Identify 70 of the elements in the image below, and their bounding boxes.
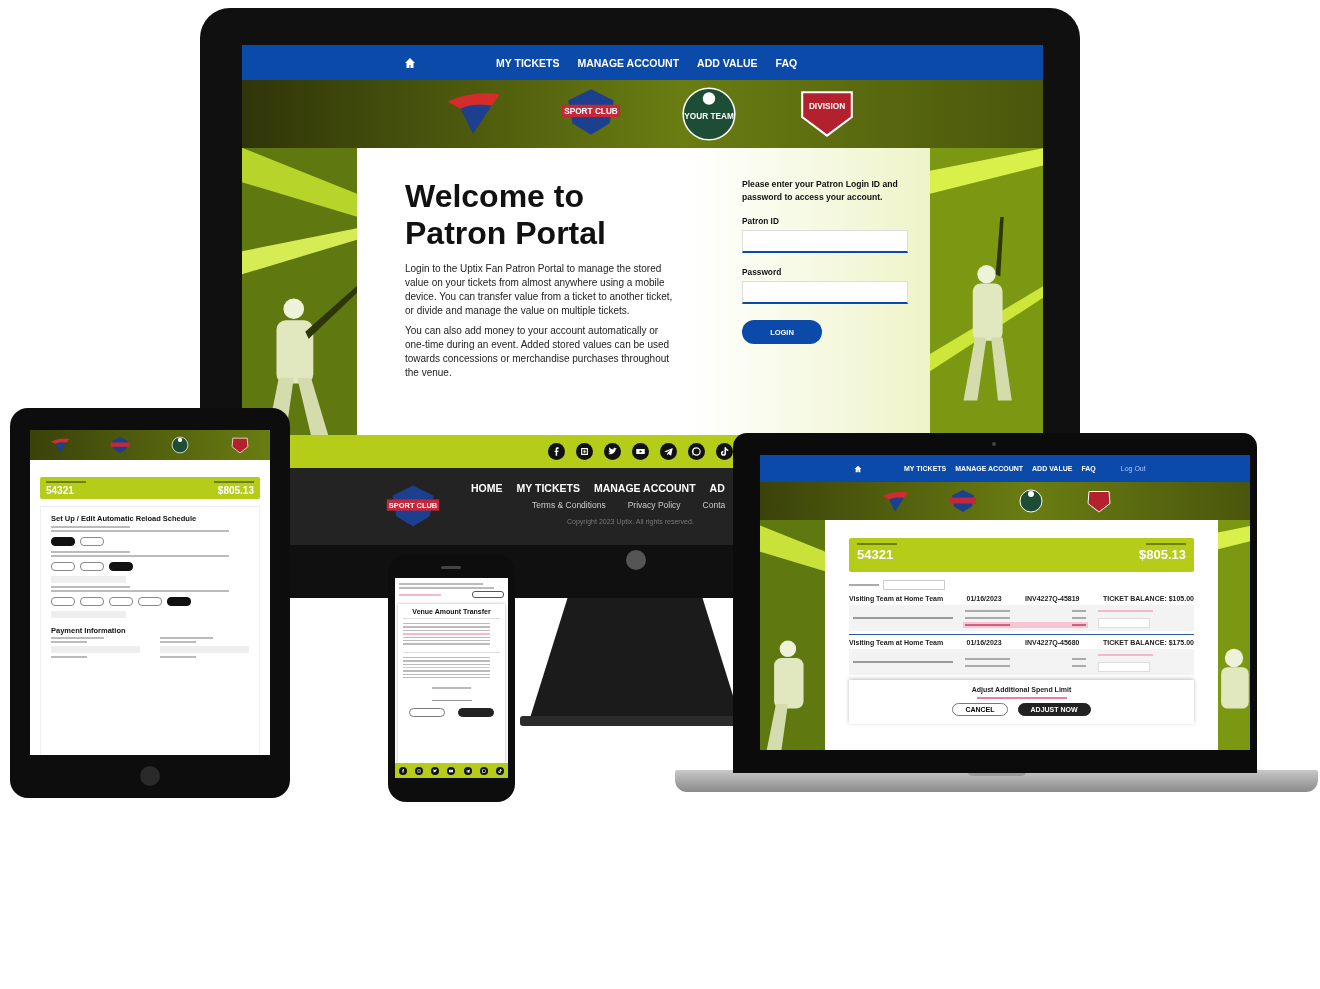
social-icon[interactable] [604, 443, 621, 460]
text-line [51, 656, 87, 658]
text-line [1098, 610, 1154, 612]
footer-link[interactable]: Conta [702, 500, 726, 510]
text-line [51, 637, 105, 639]
text-line [160, 637, 214, 639]
social-icon[interactable] [431, 766, 440, 775]
account-number: 54321 [46, 485, 75, 496]
text-line [51, 641, 87, 643]
team-logo [49, 436, 71, 454]
team-logo [229, 436, 251, 454]
text-line [1146, 543, 1186, 545]
account-number: 54321 [857, 547, 895, 562]
intro-paragraph: Login to the Uptix Fan Patron Portal to manage the stored value on your tickets from almost anywhere using a mobile device. You can transfer value from a ticket to another ticket, or divide and manage the value on multiple tickets. [405, 262, 673, 318]
social-icon[interactable] [415, 766, 424, 775]
text-line [857, 543, 897, 545]
social-icon[interactable] [688, 443, 705, 460]
footer-link[interactable]: AD [709, 482, 725, 494]
limit-field[interactable] [1098, 618, 1151, 628]
footer-link[interactable]: Terms & Conditions [532, 500, 606, 510]
transfer-button[interactable] [472, 591, 504, 598]
team-logo [169, 436, 191, 454]
social-icon[interactable] [548, 443, 565, 460]
page-title: Welcome to Patron Portal [405, 178, 607, 252]
option-pill[interactable] [109, 562, 133, 571]
text-line [46, 481, 86, 483]
home-icon[interactable] [854, 464, 862, 473]
dialog-button[interactable] [457, 708, 494, 718]
social-icon[interactable] [479, 766, 488, 775]
text-line [399, 593, 441, 596]
nav-link[interactable]: MANAGE ACCOUNT [577, 56, 680, 69]
text-line [1098, 654, 1154, 656]
footer-link[interactable]: HOME [471, 482, 503, 494]
social-icon[interactable] [576, 443, 593, 460]
camera-dot [992, 442, 996, 446]
home-icon[interactable] [404, 56, 416, 69]
footer-link[interactable]: Privacy Policy [627, 500, 681, 510]
text-line [849, 584, 879, 586]
team-logo [948, 488, 978, 514]
field-label: Password [742, 267, 783, 277]
footer-link[interactable]: MY TICKETS [516, 482, 580, 494]
text-line [160, 641, 196, 643]
input-field[interactable] [742, 281, 908, 304]
login-instructions: Please enter your Patron Login ID and password to access your account. [742, 178, 899, 204]
team-logo [1016, 488, 1046, 514]
social-icon[interactable] [495, 766, 504, 775]
social-icon[interactable] [632, 443, 649, 460]
limit-field[interactable] [1098, 662, 1151, 672]
account-balance: $805.13 [217, 485, 254, 496]
text-line [160, 656, 196, 658]
input-field[interactable] [742, 230, 908, 253]
team-logo [1084, 488, 1114, 514]
social-icon[interactable] [447, 766, 456, 775]
account-balance: $805.13 [1139, 547, 1186, 562]
social-icon[interactable] [463, 766, 472, 775]
field-label: Patron ID [742, 216, 780, 226]
footer-link[interactable]: MANAGE ACCOUNT [593, 482, 696, 494]
social-icon[interactable] [660, 443, 677, 460]
intro-paragraph: You can also add money to your account automatically or one-time during an event. Added stored values can be used towards concessions or merchandise purchases throughout the venue. [405, 324, 671, 380]
text-line [214, 481, 254, 483]
nav-link[interactable]: MY TICKETS [496, 56, 560, 69]
text-line [432, 687, 471, 690]
social-icon[interactable] [716, 443, 733, 460]
nav-link[interactable]: FAQ [775, 56, 798, 69]
phone-speaker [441, 566, 461, 569]
option-pill[interactable] [51, 537, 75, 546]
option-pill[interactable] [167, 597, 191, 606]
nav-link[interactable]: ADD VALUE [697, 56, 758, 69]
team-logo [109, 436, 131, 454]
social-icon[interactable] [399, 766, 408, 775]
